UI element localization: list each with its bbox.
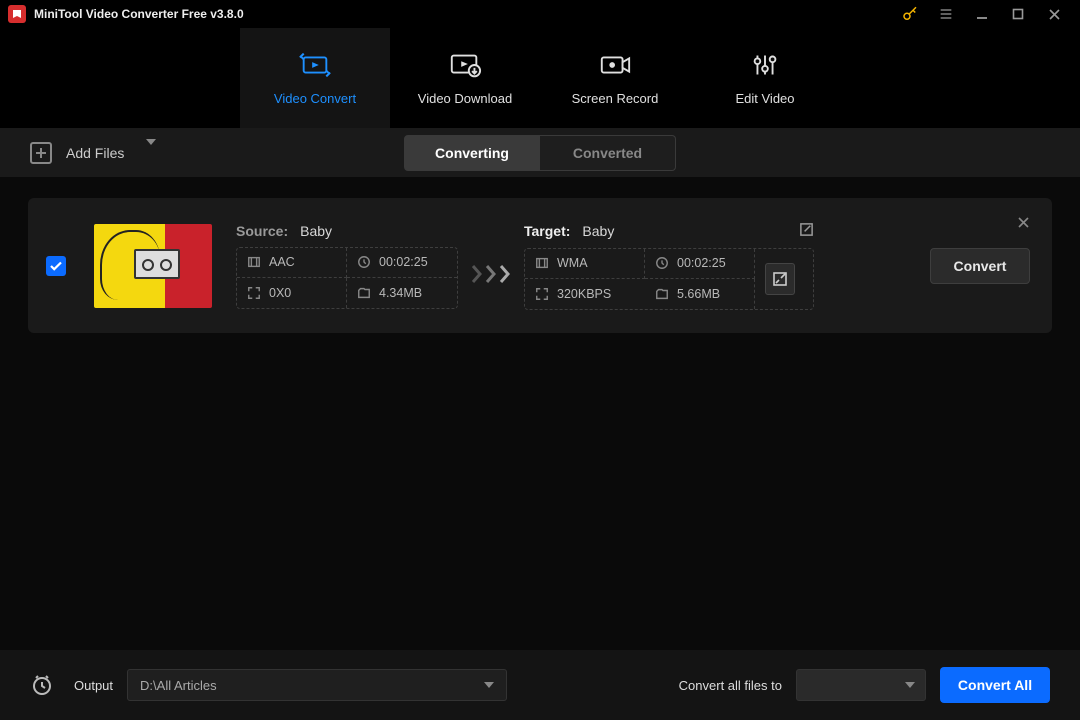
chevron-down-icon — [905, 682, 915, 688]
tab-video-download[interactable]: Video Download — [390, 28, 540, 128]
convert-item-button[interactable]: Convert — [930, 248, 1030, 284]
window-minimize-button[interactable] — [964, 0, 1000, 28]
tab-video-convert[interactable]: Video Convert — [240, 28, 390, 128]
chevron-down-icon — [484, 682, 494, 688]
status-segmented-control: Converting Converted — [404, 135, 676, 171]
resolution-icon — [247, 286, 261, 300]
target-format-select[interactable] — [796, 669, 926, 701]
target-settings-button[interactable] — [765, 263, 795, 295]
segment-converting[interactable]: Converting — [404, 135, 540, 171]
chevron-down-icon — [146, 145, 156, 161]
target-size-cell: 5.66MB — [645, 279, 755, 309]
footer-bar: Output D:\All Articles Convert all files… — [0, 650, 1080, 720]
segment-converted[interactable]: Converted — [540, 135, 676, 171]
target-duration-cell: 00:02:25 — [645, 249, 755, 279]
target-settings-cell — [755, 249, 805, 309]
source-duration-cell: 00:02:25 — [347, 248, 457, 278]
add-files-label: Add Files — [66, 145, 124, 161]
target-bitrate-cell: 320KBPS — [525, 279, 645, 309]
output-folder-value: D:\All Articles — [140, 678, 217, 693]
output-folder-select[interactable]: D:\All Articles — [127, 669, 507, 701]
edit-target-icon[interactable] — [799, 222, 814, 240]
convert-all-to-label: Convert all files to — [679, 678, 782, 693]
add-plus-icon — [30, 142, 52, 164]
tab-edit-video[interactable]: Edit Video — [690, 28, 840, 128]
app-logo-icon — [8, 5, 26, 23]
tab-label: Video Download — [418, 91, 512, 106]
hamburger-menu-icon[interactable] — [928, 0, 964, 28]
source-codec-cell: AAC — [237, 248, 347, 278]
content-area: Source: Baby AAC 00:02:25 0X0 4 — [0, 178, 1080, 353]
tab-label: Screen Record — [572, 91, 659, 106]
source-size-cell: 4.34MB — [347, 278, 457, 308]
filesize-icon — [357, 286, 371, 300]
tab-screen-record[interactable]: Screen Record — [540, 28, 690, 128]
source-label: Source: — [236, 223, 288, 239]
tab-label: Video Convert — [274, 91, 356, 106]
target-name: Baby — [582, 223, 614, 239]
tab-label: Edit Video — [735, 91, 794, 106]
filesize-icon — [655, 287, 669, 301]
window-close-button[interactable] — [1036, 0, 1072, 28]
window-maximize-button[interactable] — [1000, 0, 1036, 28]
app-title: MiniTool Video Converter Free v3.8.0 — [34, 7, 244, 21]
clock-icon — [655, 256, 669, 270]
file-item-card: Source: Baby AAC 00:02:25 0X0 4 — [28, 198, 1052, 333]
codec-icon — [247, 255, 261, 269]
remove-item-button[interactable] — [1017, 216, 1030, 234]
item-checkbox[interactable] — [46, 256, 66, 276]
output-label: Output — [74, 678, 113, 693]
add-files-button[interactable]: Add Files — [30, 142, 156, 164]
target-label: Target: — [524, 223, 570, 239]
main-nav: Video Convert Video Download Screen Reco… — [0, 28, 1080, 128]
codec-icon — [535, 256, 549, 270]
target-codec-cell: WMA — [525, 249, 645, 279]
clock-icon — [357, 255, 371, 269]
target-info-block: Target: Baby WMA 00:02:25 — [524, 222, 814, 310]
sub-toolbar: Add Files Converting Converted — [0, 128, 1080, 178]
upgrade-key-icon[interactable] — [892, 0, 928, 28]
title-bar: MiniTool Video Converter Free v3.8.0 — [0, 0, 1080, 28]
source-info-block: Source: Baby AAC 00:02:25 0X0 4 — [236, 223, 458, 309]
source-name: Baby — [300, 223, 332, 239]
resolution-icon — [535, 287, 549, 301]
convert-arrow-icon — [470, 263, 512, 285]
convert-all-button[interactable]: Convert All — [940, 667, 1050, 703]
history-clock-icon[interactable] — [30, 673, 54, 697]
source-resolution-cell: 0X0 — [237, 278, 347, 308]
item-thumbnail — [94, 224, 212, 308]
